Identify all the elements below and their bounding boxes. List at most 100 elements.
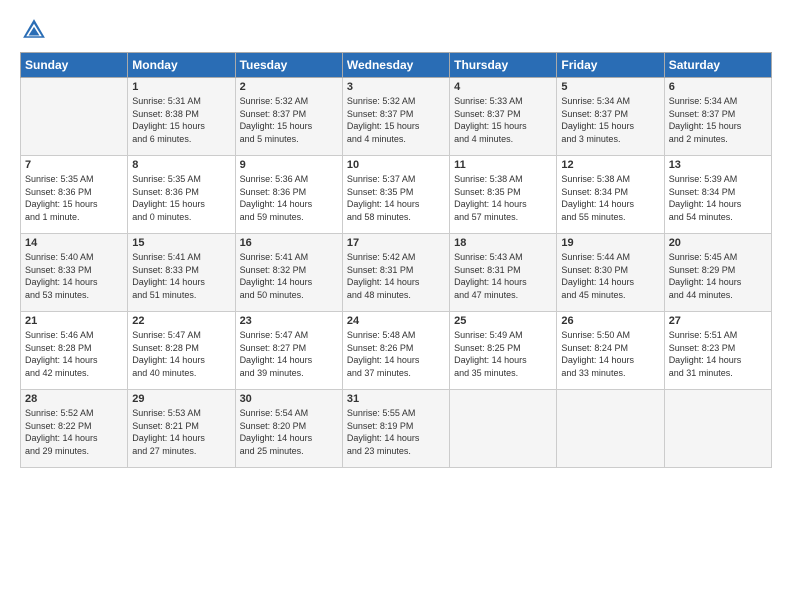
calendar-cell: 26 Sunrise: 5:50 AMSunset: 8:24 PMDayligh… xyxy=(557,312,664,390)
cell-content: Sunrise: 5:51 AMSunset: 8:23 PMDaylight:… xyxy=(669,329,767,379)
day-number: 31 xyxy=(347,393,445,405)
day-number: 22 xyxy=(132,315,230,327)
calendar-cell: 24 Sunrise: 5:48 AMSunset: 8:26 PMDayligh… xyxy=(342,312,449,390)
day-number: 25 xyxy=(454,315,552,327)
calendar-cell: 30 Sunrise: 5:54 AMSunset: 8:20 PMDayligh… xyxy=(235,390,342,468)
day-number: 15 xyxy=(132,237,230,249)
calendar-cell: 11 Sunrise: 5:38 AMSunset: 8:35 PMDayligh… xyxy=(450,156,557,234)
logo xyxy=(20,16,52,44)
calendar-cell: 5Sunrise: 5:34 AMSunset: 8:37 PMDaylight… xyxy=(557,78,664,156)
day-number: 29 xyxy=(132,393,230,405)
day-number: 28 xyxy=(25,393,123,405)
cell-content: Sunrise: 5:41 AMSunset: 8:33 PMDaylight:… xyxy=(132,251,230,301)
calendar-cell: 22 Sunrise: 5:47 AMSunset: 8:28 PMDayligh… xyxy=(128,312,235,390)
calendar-cell: 31 Sunrise: 5:55 AMSunset: 8:19 PMDayligh… xyxy=(342,390,449,468)
calendar-cell: 10Sunrise: 5:37 AMSunset: 8:35 PMDayligh… xyxy=(342,156,449,234)
calendar-cell: 16 Sunrise: 5:41 AMSunset: 8:32 PMDayligh… xyxy=(235,234,342,312)
day-header-tuesday: Tuesday xyxy=(235,53,342,78)
calendar-cell: 12 Sunrise: 5:38 AMSunset: 8:34 PMDayligh… xyxy=(557,156,664,234)
calendar-cell: 19Sunrise: 5:44 AMSunset: 8:30 PMDayligh… xyxy=(557,234,664,312)
day-number: 14 xyxy=(25,237,123,249)
cell-content: Sunrise: 5:39 AMSunset: 8:34 PMDaylight:… xyxy=(669,173,767,223)
page: SundayMondayTuesdayWednesdayThursdayFrid… xyxy=(0,0,792,612)
calendar-cell: 4 Sunrise: 5:33 AMSunset: 8:37 PMDaylight… xyxy=(450,78,557,156)
cell-content: Sunrise: 5:52 AMSunset: 8:22 PMDaylight:… xyxy=(25,407,123,457)
day-number: 16 xyxy=(240,237,338,249)
calendar-cell: 27 Sunrise: 5:51 AMSunset: 8:23 PMDayligh… xyxy=(664,312,771,390)
day-number: 8 xyxy=(132,159,230,171)
cell-content: Sunrise: 5:45 AMSunset: 8:29 PMDaylight:… xyxy=(669,251,767,301)
cell-content: Sunrise: 5:33 AMSunset: 8:37 PMDaylight:… xyxy=(454,95,552,145)
week-row-2: 7 Sunrise: 5:35 AMSunset: 8:36 PMDaylight… xyxy=(21,156,772,234)
cell-content: Sunrise: 5:53 AMSunset: 8:21 PMDaylight:… xyxy=(132,407,230,457)
calendar-cell: 23Sunrise: 5:47 AMSunset: 8:27 PMDayligh… xyxy=(235,312,342,390)
day-number: 30 xyxy=(240,393,338,405)
day-number: 4 xyxy=(454,81,552,93)
cell-content: Sunrise: 5:38 AMSunset: 8:34 PMDaylight:… xyxy=(561,173,659,223)
cell-content: Sunrise: 5:49 AMSunset: 8:25 PMDaylight:… xyxy=(454,329,552,379)
calendar-cell xyxy=(450,390,557,468)
cell-content: Sunrise: 5:32 AMSunset: 8:37 PMDaylight:… xyxy=(347,95,445,145)
calendar-cell: 1 Sunrise: 5:31 AMSunset: 8:38 PMDaylight… xyxy=(128,78,235,156)
cell-content: Sunrise: 5:32 AMSunset: 8:37 PMDaylight:… xyxy=(240,95,338,145)
day-number: 9 xyxy=(240,159,338,171)
day-number: 27 xyxy=(669,315,767,327)
day-number: 11 xyxy=(454,159,552,171)
week-row-5: 28 Sunrise: 5:52 AMSunset: 8:22 PMDayligh… xyxy=(21,390,772,468)
cell-content: Sunrise: 5:50 AMSunset: 8:24 PMDaylight:… xyxy=(561,329,659,379)
day-number: 26 xyxy=(561,315,659,327)
calendar-cell: 13Sunrise: 5:39 AMSunset: 8:34 PMDayligh… xyxy=(664,156,771,234)
day-header-monday: Monday xyxy=(128,53,235,78)
calendar-cell: 14Sunrise: 5:40 AMSunset: 8:33 PMDayligh… xyxy=(21,234,128,312)
cell-content: Sunrise: 5:46 AMSunset: 8:28 PMDaylight:… xyxy=(25,329,123,379)
day-number: 12 xyxy=(561,159,659,171)
calendar-cell: 17 Sunrise: 5:42 AMSunset: 8:31 PMDayligh… xyxy=(342,234,449,312)
cell-content: Sunrise: 5:35 AMSunset: 8:36 PMDaylight:… xyxy=(132,173,230,223)
day-number: 2 xyxy=(240,81,338,93)
day-number: 23 xyxy=(240,315,338,327)
calendar-cell xyxy=(21,78,128,156)
calendar-cell: 29 Sunrise: 5:53 AMSunset: 8:21 PMDayligh… xyxy=(128,390,235,468)
calendar-cell: 2 Sunrise: 5:32 AMSunset: 8:37 PMDaylight… xyxy=(235,78,342,156)
cell-content: Sunrise: 5:42 AMSunset: 8:31 PMDaylight:… xyxy=(347,251,445,301)
cell-content: Sunrise: 5:55 AMSunset: 8:19 PMDaylight:… xyxy=(347,407,445,457)
cell-content: Sunrise: 5:31 AMSunset: 8:38 PMDaylight:… xyxy=(132,95,230,145)
calendar-cell: 3Sunrise: 5:32 AMSunset: 8:37 PMDaylight… xyxy=(342,78,449,156)
calendar-cell: 9 Sunrise: 5:36 AMSunset: 8:36 PMDaylight… xyxy=(235,156,342,234)
week-row-1: 1 Sunrise: 5:31 AMSunset: 8:38 PMDaylight… xyxy=(21,78,772,156)
header-row: SundayMondayTuesdayWednesdayThursdayFrid… xyxy=(21,53,772,78)
cell-content: Sunrise: 5:35 AMSunset: 8:36 PMDaylight:… xyxy=(25,173,123,223)
day-number: 18 xyxy=(454,237,552,249)
calendar-cell: 6Sunrise: 5:34 AMSunset: 8:37 PMDaylight… xyxy=(664,78,771,156)
calendar-cell: 18 Sunrise: 5:43 AMSunset: 8:31 PMDayligh… xyxy=(450,234,557,312)
day-number: 10 xyxy=(347,159,445,171)
week-row-4: 21 Sunrise: 5:46 AMSunset: 8:28 PMDayligh… xyxy=(21,312,772,390)
cell-content: Sunrise: 5:43 AMSunset: 8:31 PMDaylight:… xyxy=(454,251,552,301)
day-number: 24 xyxy=(347,315,445,327)
cell-content: Sunrise: 5:47 AMSunset: 8:28 PMDaylight:… xyxy=(132,329,230,379)
cell-content: Sunrise: 5:54 AMSunset: 8:20 PMDaylight:… xyxy=(240,407,338,457)
day-number: 20 xyxy=(669,237,767,249)
cell-content: Sunrise: 5:34 AMSunset: 8:37 PMDaylight:… xyxy=(561,95,659,145)
generalblue-icon xyxy=(20,16,48,44)
calendar-cell: 7 Sunrise: 5:35 AMSunset: 8:36 PMDaylight… xyxy=(21,156,128,234)
day-number: 17 xyxy=(347,237,445,249)
day-number: 21 xyxy=(25,315,123,327)
calendar-cell: 15 Sunrise: 5:41 AMSunset: 8:33 PMDayligh… xyxy=(128,234,235,312)
week-row-3: 14Sunrise: 5:40 AMSunset: 8:33 PMDayligh… xyxy=(21,234,772,312)
cell-content: Sunrise: 5:41 AMSunset: 8:32 PMDaylight:… xyxy=(240,251,338,301)
day-header-thursday: Thursday xyxy=(450,53,557,78)
day-number: 7 xyxy=(25,159,123,171)
day-header-saturday: Saturday xyxy=(664,53,771,78)
day-number: 1 xyxy=(132,81,230,93)
cell-content: Sunrise: 5:36 AMSunset: 8:36 PMDaylight:… xyxy=(240,173,338,223)
calendar-cell xyxy=(557,390,664,468)
header xyxy=(20,16,772,44)
calendar-cell: 20 Sunrise: 5:45 AMSunset: 8:29 PMDayligh… xyxy=(664,234,771,312)
day-number: 6 xyxy=(669,81,767,93)
day-header-sunday: Sunday xyxy=(21,53,128,78)
day-number: 19 xyxy=(561,237,659,249)
cell-content: Sunrise: 5:38 AMSunset: 8:35 PMDaylight:… xyxy=(454,173,552,223)
calendar-cell: 8 Sunrise: 5:35 AMSunset: 8:36 PMDaylight… xyxy=(128,156,235,234)
cell-content: Sunrise: 5:48 AMSunset: 8:26 PMDaylight:… xyxy=(347,329,445,379)
